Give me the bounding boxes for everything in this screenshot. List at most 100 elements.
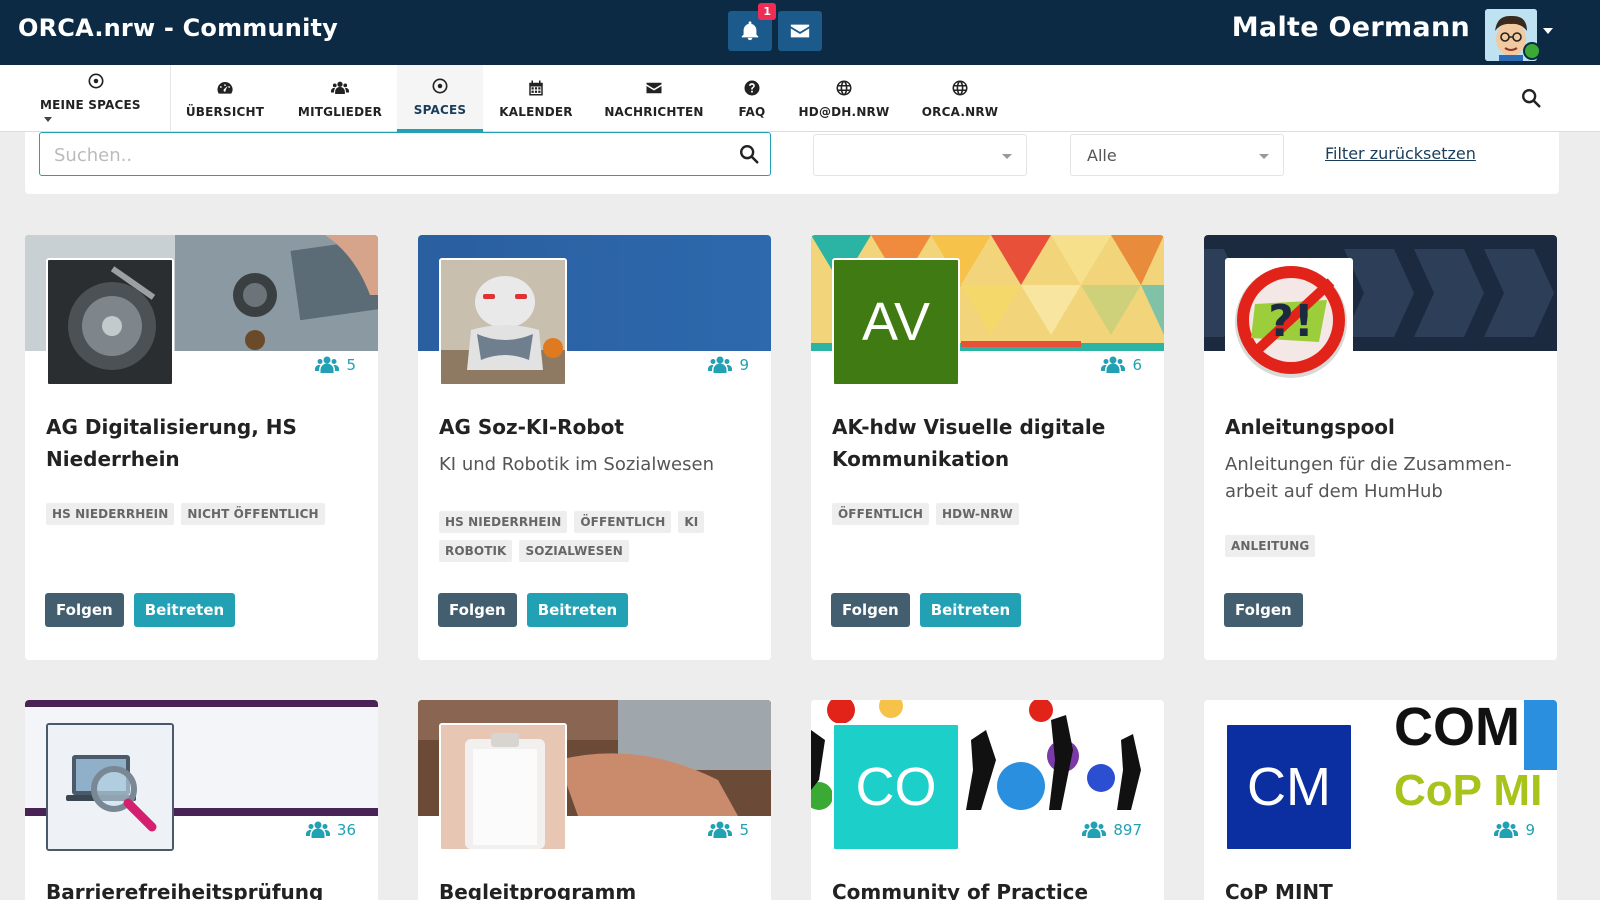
brand-logo[interactable]: ORCA.nrw - Community <box>18 14 338 42</box>
tag[interactable]: HS NIEDERRHEIN <box>439 511 568 533</box>
nav-spaces[interactable]: SPACES <box>397 65 483 132</box>
nav-nachrichten[interactable]: NACHRICHTEN <box>601 65 707 132</box>
member-count[interactable]: 897 <box>1081 820 1142 840</box>
card-description: KI und Robotik im Sozialwesen <box>439 454 714 475</box>
space-card[interactable]: 5 Begleitprogramm <box>418 700 771 900</box>
space-image: ?! <box>1225 258 1353 386</box>
question-icon <box>744 80 760 95</box>
member-count[interactable]: 9 <box>1493 820 1535 840</box>
card-actions: Folgen Beitreten <box>831 593 1022 627</box>
follow-button[interactable]: Folgen <box>438 593 517 627</box>
users-icon <box>1082 821 1107 838</box>
member-count[interactable]: 36 <box>305 820 356 840</box>
join-button[interactable]: Beitreten <box>526 593 629 627</box>
tag[interactable]: HS NIEDERRHEIN <box>46 503 175 525</box>
tag-list: ANLEITUNG <box>1225 535 1535 557</box>
users-icon <box>315 356 340 373</box>
space-card[interactable]: ?! Anleitungspool Anleitungen für die Zu… <box>1204 235 1557 660</box>
space-card[interactable]: 9 AG Soz-KI-Robot KI und Robotik im Sozi… <box>418 235 771 660</box>
member-count[interactable]: 5 <box>707 820 749 840</box>
tag[interactable]: KI <box>678 511 705 533</box>
tag[interactable]: ÖFFENTLICH <box>832 503 929 525</box>
chevron-down-icon[interactable] <box>1543 28 1553 34</box>
card-title[interactable]: Barrierefreiheitsprüfung <box>46 876 356 900</box>
users-icon <box>708 356 733 373</box>
globe-icon <box>836 80 852 95</box>
nav-hd-dh-nrw[interactable]: HD@DH.NRW <box>796 65 892 132</box>
space-card[interactable]: 36 Barrierefreiheitsprüfung <box>25 700 378 900</box>
card-title[interactable]: AG Digitalisierung, HS Niederrhein <box>46 411 356 475</box>
search-input[interactable] <box>54 141 704 169</box>
banner-decoration <box>1524 700 1557 770</box>
card-title[interactable]: AK-hdw Visuelle digitale Kommunikation <box>832 411 1142 475</box>
space-image <box>46 723 174 851</box>
dashboard-icon <box>217 81 233 94</box>
category-select[interactable] <box>813 134 1027 176</box>
member-count[interactable]: 9 <box>707 355 749 375</box>
member-count[interactable]: 5 <box>314 355 356 375</box>
card-title[interactable]: Begleitprogramm <box>439 876 749 900</box>
space-card[interactable]: 5 AG Digitalisierung, HS Niederrhein HS … <box>25 235 378 660</box>
thumb-initials: CO <box>855 757 937 817</box>
users-icon <box>331 81 349 94</box>
calendar-icon <box>529 80 543 95</box>
users-icon <box>1494 821 1519 838</box>
nav-divider <box>170 65 171 132</box>
globe-icon <box>952 80 968 95</box>
chevron-down-icon <box>1002 154 1012 159</box>
tag[interactable]: SOZIALWESEN <box>519 540 629 562</box>
notifications-button[interactable]: 1 <box>728 3 776 51</box>
member-count[interactable]: 6 <box>1100 355 1142 375</box>
bell-icon <box>741 21 759 41</box>
tag[interactable]: ROBOTIK <box>439 540 513 562</box>
follow-button[interactable]: Folgen <box>831 593 910 627</box>
nav-uebersicht[interactable]: ÜBERSICHT <box>182 65 268 132</box>
space-image: AV <box>832 258 960 386</box>
thumb-initials: AV <box>861 292 931 352</box>
follow-button[interactable]: Folgen <box>45 593 124 627</box>
follow-button[interactable]: Folgen <box>1224 593 1303 627</box>
target-icon <box>432 78 448 94</box>
nav-mitglieder[interactable]: MITGLIEDER <box>290 65 390 132</box>
nav-orca-nrw[interactable]: ORCA.NRW <box>918 65 1002 132</box>
users-icon <box>708 821 733 838</box>
join-button[interactable]: Beitreten <box>133 593 236 627</box>
card-actions: Folgen <box>1224 593 1303 627</box>
tag[interactable]: NICHT ÖFFENTLICH <box>181 503 325 525</box>
notification-badge: 1 <box>758 3 776 20</box>
tag[interactable]: ANLEITUNG <box>1225 535 1316 557</box>
nav-meine-spaces[interactable]: MEINE SPACES <box>40 65 152 132</box>
search-icon[interactable] <box>1520 87 1542 109</box>
user-name[interactable]: Malte Oermann <box>1232 12 1470 43</box>
space-image <box>439 258 567 386</box>
envelope-icon <box>646 82 662 93</box>
nav-kalender[interactable]: KALENDER <box>495 65 577 132</box>
search-box <box>39 132 771 176</box>
join-button[interactable]: Beitreten <box>919 593 1022 627</box>
card-description: Anleitungen für die Zusammen-arbeit auf … <box>1225 454 1512 502</box>
space-card[interactable]: AV 6 AK-hdw Visuelle digitale Kommunikat… <box>811 235 1164 660</box>
banner-logo-subtext: CoP MI <box>1394 766 1543 815</box>
thumb-symbol: ?! <box>1268 296 1314 347</box>
envelope-icon <box>790 24 810 38</box>
messages-button[interactable] <box>778 11 822 51</box>
users-icon <box>305 821 330 838</box>
card-title[interactable]: CoP MINT <box>1225 876 1535 900</box>
tag[interactable]: HDW-NRW <box>935 503 1019 525</box>
filter-panel: Alle Filter zurücksetzen <box>25 132 1559 194</box>
space-image <box>439 723 567 851</box>
reset-filter-link[interactable]: Filter zurücksetzen <box>1325 144 1476 163</box>
space-image: CO <box>832 723 960 851</box>
tag[interactable]: ÖFFENTLICH <box>574 511 672 533</box>
space-card[interactable]: CO 897 Community of Practice <box>811 700 1164 900</box>
visibility-select-value: Alle <box>1087 146 1117 165</box>
visibility-select[interactable]: Alle <box>1070 134 1284 176</box>
card-title[interactable]: Community of Practice <box>832 876 1142 900</box>
card-title[interactable]: Anleitungspool <box>1225 411 1535 443</box>
card-actions: Folgen Beitreten <box>45 593 236 627</box>
search-icon[interactable] <box>738 143 760 165</box>
card-title[interactable]: AG Soz-KI-Robot <box>439 411 749 443</box>
nav-faq[interactable]: FAQ <box>730 65 774 132</box>
users-icon <box>1101 356 1126 373</box>
space-card[interactable]: COM CoP MI CM 9 CoP MINT <box>1204 700 1557 900</box>
